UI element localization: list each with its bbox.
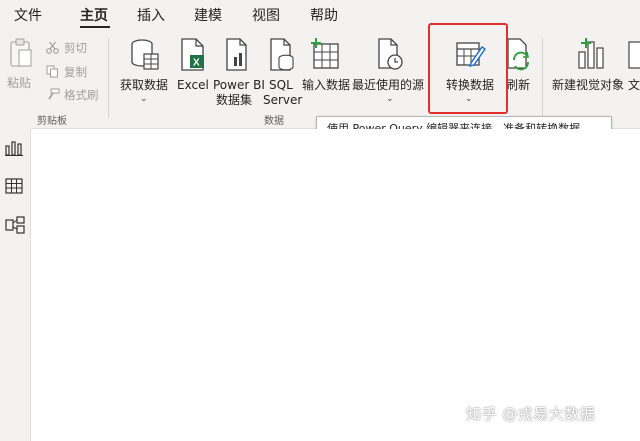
menu-view[interactable]: 视图 [252, 5, 280, 25]
powerbi-label-1: Power BI [213, 78, 265, 92]
get-data-button[interactable]: 获取数据 ⌄ [118, 38, 170, 108]
powerbi-dataset-icon [226, 38, 247, 71]
excel-label: Excel [177, 78, 209, 92]
group-divider [542, 38, 543, 118]
database-icon [131, 39, 159, 70]
report-view-icon[interactable] [5, 140, 23, 156]
paste-label: 粘贴 [7, 76, 32, 90]
refresh-label: 刷新 [506, 78, 531, 92]
active-tab-underline [80, 26, 110, 28]
paste-icon [10, 38, 32, 67]
enter-data-button[interactable]: 输入数据 [300, 38, 352, 94]
powerbi-dataset-button[interactable]: Power BI 数据集 [212, 38, 265, 110]
powerbi-label-2: 数据集 [216, 93, 253, 107]
chevron-down-icon: ⌄ [140, 94, 148, 104]
chevron-down-icon: ⌄ [386, 94, 394, 104]
paintbrush-icon [48, 88, 60, 100]
sql-server-icon [270, 38, 294, 71]
menu-modeling[interactable]: 建模 [194, 5, 222, 25]
text-box-icon [628, 41, 640, 69]
data-view-icon[interactable] [5, 178, 23, 194]
get-data-label: 获取数据 [120, 78, 169, 92]
enter-data-label: 输入数据 [302, 78, 351, 92]
new-visual-button[interactable]: 新建视觉对象 [552, 38, 628, 94]
recent-sources-label: 最近使用的源 [352, 78, 425, 92]
svg-text:X: X [193, 58, 200, 69]
menu-help[interactable]: 帮助 [310, 5, 338, 25]
copy-button[interactable]: 复制 [46, 64, 96, 80]
cut-button[interactable]: 剪切 [46, 40, 96, 56]
new-visual-icon [578, 38, 604, 69]
paste-button[interactable]: 粘贴 [6, 38, 38, 94]
menu-bar: 文件 主页 插入 建模 视图 帮助 [0, 0, 640, 30]
text-box-label: 文 [628, 78, 640, 92]
clipboard-group-label: 剪贴板 [37, 116, 67, 127]
recent-sources-icon [378, 38, 403, 70]
copy-label: 复制 [64, 65, 87, 79]
menu-insert[interactable]: 插入 [137, 5, 165, 25]
menu-file[interactable]: 文件 [14, 5, 42, 25]
scissors-icon [46, 41, 59, 54]
copy-icon [46, 65, 58, 78]
new-visual-label: 新建视觉对象 [552, 78, 625, 92]
excel-file-icon: X [181, 38, 204, 71]
sql-label-1: SQL [269, 78, 293, 92]
sql-label-2: Server [263, 93, 303, 107]
data-group-label: 数据 [264, 116, 284, 127]
watermark: 知乎 @戎易大数据 [466, 405, 596, 423]
group-divider [108, 38, 109, 118]
text-box-button[interactable]: 文 [628, 38, 640, 94]
refresh-icon [507, 38, 529, 71]
highlight-box [428, 23, 508, 114]
cut-label: 剪切 [64, 41, 87, 55]
menu-home[interactable]: 主页 [80, 5, 108, 25]
format-painter-button[interactable]: 格式刷 [46, 87, 102, 103]
recent-sources-button[interactable]: 最近使用的源 ⌄ [352, 38, 428, 110]
format-painter-label: 格式刷 [64, 88, 99, 102]
model-view-icon[interactable] [5, 216, 25, 234]
sql-server-button[interactable]: SQL Server [262, 38, 302, 110]
left-nav [0, 128, 31, 441]
table-plus-icon [311, 38, 339, 69]
refresh-button[interactable]: 刷新 [504, 38, 536, 94]
excel-button[interactable]: X Excel [176, 38, 210, 94]
ribbon: 粘贴 剪切 复制 格式刷 剪贴板 获取数据 ⌄ X Excel Power BI… [0, 30, 640, 129]
report-canvas[interactable] [31, 129, 640, 441]
